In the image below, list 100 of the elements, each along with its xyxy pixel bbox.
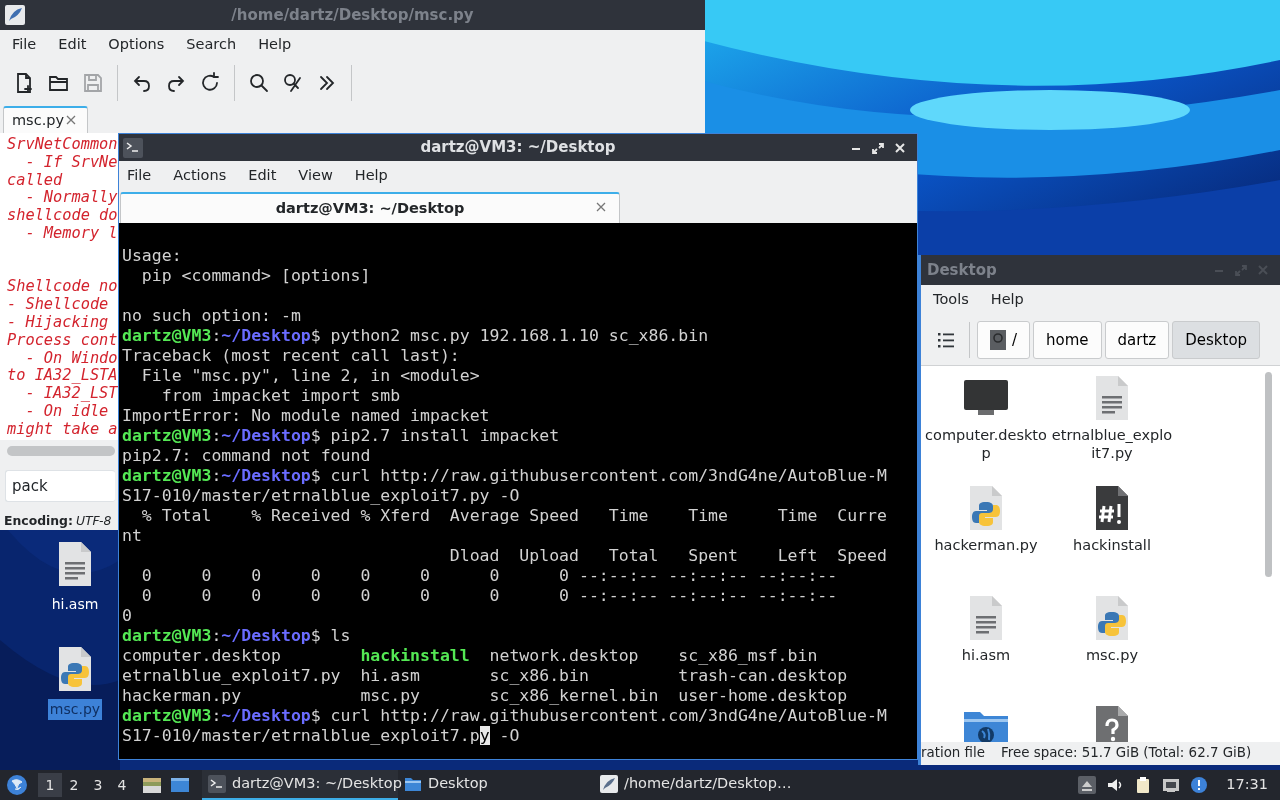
code-line: SrvNetCommon (7, 136, 118, 154)
code-line: - Memory l (24, 225, 118, 243)
terminal-text: sc_x86.bin (489, 666, 590, 686)
window-title: /home/dartz/Desktop/msc.py (231, 4, 474, 26)
terminal-text: hackinstall (360, 646, 471, 666)
notification-icon[interactable] (1190, 776, 1209, 794)
window-title: Desktop (927, 259, 997, 281)
folder-icon (404, 775, 422, 793)
terminal-text: trash-can.desktop (678, 666, 848, 686)
menu-item[interactable]: Help (982, 287, 1032, 313)
feather-icon (600, 775, 618, 793)
menu-item[interactable]: Edit (50, 32, 95, 58)
code-line: - On idle (24, 402, 109, 421)
scrollbar[interactable] (1265, 372, 1272, 577)
code-line: Process cont (7, 331, 118, 350)
terminal-line: File "msc.py", line 2, in <module> (140, 366, 481, 386)
terminal-icon (123, 137, 143, 158)
window-icon[interactable] (170, 775, 190, 795)
path-button[interactable]: dartz (1104, 321, 1170, 359)
code-line: called (7, 171, 63, 190)
terminal-line: dartz@VM3:~/Desktop$ curl http://raw.githubusercontent.com/3ndG4ne/AutoBlue-M (122, 706, 888, 726)
terminal-text: network.desktop (489, 646, 640, 666)
code-line: - IA32_LST (24, 385, 118, 403)
terminal-text: user-home.desktop (678, 686, 848, 706)
path-button[interactable]: / (977, 321, 1031, 359)
file-name[interactable]: computer.desktop (924, 426, 1048, 462)
file-name[interactable]: hackinstall (1050, 536, 1174, 554)
code-line: - If SrvNe (24, 153, 118, 172)
terminal-line: dartz@VM3:~/Desktop$ pip2.7 install impacket (122, 426, 561, 446)
terminal-line: S17-010/master/etrnalblue_exploit7.py -O (122, 486, 521, 506)
terminal-text: hackerman.py (122, 686, 243, 706)
status-text: Free space: 51.7 GiB (Total: 62.7 GiB) (1001, 743, 1252, 762)
menu-item[interactable]: Help (346, 163, 396, 189)
desktop-icon-label[interactable]: hi.asm (49, 594, 101, 615)
terminal-tab[interactable]: dartz@VM3: ~/Desktop (120, 192, 620, 223)
menu-item[interactable]: Search (178, 32, 245, 58)
file-name[interactable]: hackerman.py (924, 536, 1048, 554)
code-line: to IA32_LSTA (7, 367, 118, 386)
taskbar-button[interactable]: /home/dartz/Desktop… (594, 770, 790, 800)
terminal-line: from impacket import smb (160, 386, 402, 406)
menu-item[interactable]: Actions (165, 163, 235, 189)
workspace-button[interactable]: 3 (86, 773, 110, 797)
path-button[interactable]: Desktop (1172, 321, 1261, 359)
network-icon[interactable] (1162, 776, 1181, 794)
clock[interactable]: 17:31 (1226, 774, 1268, 796)
file-name[interactable]: hi.asm (924, 646, 1048, 664)
feather-icon (4, 4, 26, 26)
terminal-text: sc_x86_msf.bin (678, 646, 818, 666)
code-line: shellcode do (7, 207, 118, 225)
terminal-line: ImportError: No module named impacket (122, 406, 491, 426)
file-name[interactable]: msc.py (1050, 646, 1174, 664)
scrollbar[interactable] (7, 446, 115, 456)
terminal-text: etrnalblue_exploit7.py (122, 666, 342, 686)
terminal-line: Dload Upload Total Spent Left Speed (448, 546, 888, 566)
list-icon[interactable] (937, 331, 955, 349)
code-line: - Shellcode (7, 296, 109, 314)
code-line: might take a (7, 420, 118, 439)
terminal-text: hi.asm (360, 666, 421, 686)
window-title: dartz@VM3: ~/Desktop (420, 137, 616, 159)
terminal-line: nt (122, 526, 143, 546)
path-button[interactable]: home (1033, 321, 1102, 359)
menu-item[interactable]: Tools (925, 287, 977, 313)
terminal-line: pip <command> [options] (140, 266, 372, 286)
code-line: - Normally (24, 189, 118, 208)
menu-item[interactable]: File (4, 32, 45, 58)
code-line: - On Windo (24, 349, 118, 368)
terminal-icon (208, 775, 226, 793)
terminal-line: S17-010/master/etrnalblue_exploit7.py -O (122, 726, 521, 746)
drive-icon (990, 330, 1006, 350)
terminal-text: sc_x86_kernel.bin (489, 686, 660, 706)
menu-item[interactable]: Help (250, 32, 300, 58)
code-line: Shellcode no (7, 278, 118, 297)
terminal-line: pip2.7: command not found (122, 446, 372, 466)
terminal-line: 0 0 0 0 0 0 0 0 --:--:-- --:--:-- --:--:-- (140, 586, 839, 606)
workspace-button[interactable]: 4 (110, 773, 134, 797)
menu-item[interactable]: Options (100, 32, 173, 58)
terminal-line: dartz@VM3:~/Desktop$ python2 msc.py 192.168.1.10 sc_x86.bin (122, 326, 710, 346)
code-line: - Hijacking (7, 313, 109, 332)
terminal-text: computer.desktop (122, 646, 282, 666)
file-name[interactable]: etrnalblue_exploit7.py (1050, 426, 1174, 462)
terminal-line: Usage: (122, 246, 183, 266)
terminal-line: 0 0 0 0 0 0 0 0 --:--:-- --:--:-- --:--:-- (140, 566, 839, 586)
terminal-line: dartz@VM3:~/Desktop$ ls (122, 626, 352, 646)
terminal-text: msc.py (360, 686, 421, 706)
terminal-line: Traceback (most recent call last): (122, 346, 461, 366)
workspace-button[interactable]: 1 (38, 773, 62, 797)
file-cabinet-icon[interactable] (142, 775, 162, 795)
search-field[interactable]: pack (5, 470, 115, 502)
menu-item[interactable]: Edit (240, 163, 285, 189)
status-value: UTF-8 (75, 512, 112, 530)
workspace-button[interactable]: 2 (62, 773, 86, 797)
menu-item[interactable]: View (290, 163, 341, 189)
start-menu-icon[interactable] (6, 774, 28, 796)
menu-item[interactable]: File (119, 163, 160, 189)
status-label: Encoding: (4, 512, 73, 530)
editor-tab[interactable]: msc.py (3, 106, 88, 133)
terminal-line: 0 (122, 606, 133, 626)
terminal-line: % Total % Received % Xferd Average Speed Time Time Time Curre (140, 506, 888, 526)
status-text: ration file (921, 743, 985, 762)
terminal-line: dartz@VM3:~/Desktop$ curl http://raw.githubusercontent.com/3ndG4ne/AutoBlue-M (122, 466, 888, 486)
